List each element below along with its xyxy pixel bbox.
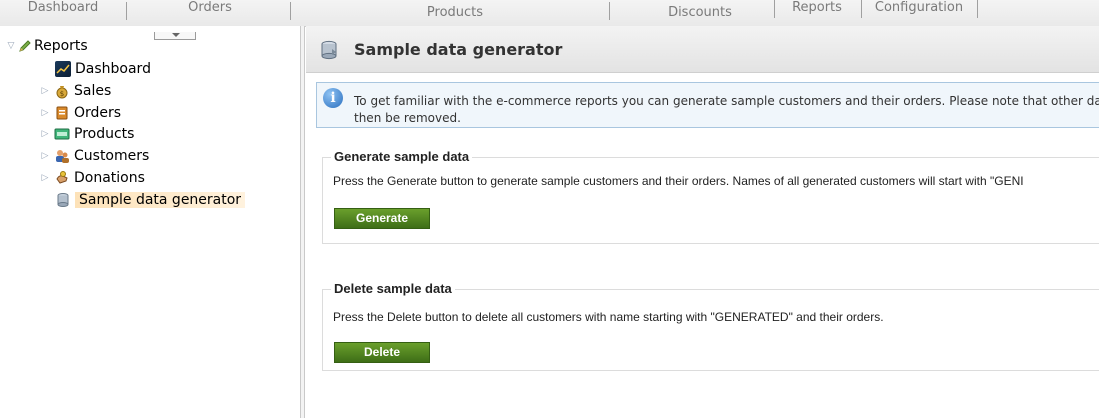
tree-item-label: Sales [74,83,112,99]
page-header: Sample data generator [306,26,1099,73]
page-title: Sample data generator [354,40,563,59]
section-legend: Generate sample data [331,149,473,164]
tree-item-label: Dashboard [75,61,151,77]
dashboard-icon [55,61,71,77]
tree-item-donations[interactable]: ▷ Donations [40,168,145,188]
tree-item-customers[interactable]: ▷ Customers [40,146,150,166]
pane-splitter[interactable] [300,26,305,418]
generate-button[interactable]: Generate [334,208,430,229]
expand-arrow-icon[interactable]: ▷ [40,151,50,161]
tab-separator [126,2,127,20]
svg-text:$: $ [60,90,64,98]
tree-item-label: Customers [74,148,150,164]
products-icon [54,126,70,142]
tab-separator [861,0,862,18]
chevron-down-icon [172,33,180,37]
customers-icon [54,148,70,164]
tree-item-label: Orders [74,105,122,121]
tab-separator [774,0,775,18]
orders-icon [54,105,70,121]
tree-item-label: Donations [74,170,145,186]
tree-item-orders[interactable]: ▷ Orders [40,103,122,123]
tab-products[interactable]: Products [380,5,530,26]
delete-button[interactable]: Delete [334,342,430,363]
section-description: Press the Generate button to generate sa… [333,174,1024,188]
collapse-arrow-icon[interactable]: ▽ [4,41,18,51]
tab-separator [977,0,978,18]
tree-item-products[interactable]: ▷ Products [40,124,135,144]
info-text: To get familiar with the e-commerce repo… [354,94,1099,125]
tree-item-label: Products [74,126,135,142]
tab-separator [609,2,610,20]
tree-item-sample-data-generator[interactable]: Sample data generator [55,190,246,210]
tree-item-label-selected: Sample data generator [75,192,246,208]
money-bag-icon: $ [54,83,70,99]
donations-icon [54,170,70,186]
collapse-handle[interactable] [154,32,196,40]
tab-separator [290,2,291,20]
pencil-icon [18,39,32,53]
tab-dashboard[interactable]: Dashboard [8,0,118,26]
tab-orders[interactable]: Orders [150,0,270,26]
delete-sample-data-section: Delete sample data Press the Delete butt… [322,281,1099,371]
expand-arrow-icon[interactable]: ▷ [40,86,50,96]
tab-configuration[interactable]: Configuration [869,0,969,26]
info-icon: i [323,88,343,108]
tab-reports[interactable]: Reports [782,0,852,26]
tree-root-label: Reports [34,38,88,54]
tree-root-reports[interactable]: ▽ Reports [4,36,88,56]
tree-item-dashboard[interactable]: Dashboard [55,59,151,79]
expand-arrow-icon[interactable]: ▷ [40,173,50,183]
main-content: Sample data generator i To get familiar … [306,26,1099,418]
tree-item-sales[interactable]: ▷ $ Sales [40,81,112,101]
tab-discounts[interactable]: Discounts [645,5,755,26]
expand-arrow-icon[interactable]: ▷ [40,129,50,139]
section-description: Press the Delete button to delete all cu… [333,310,884,324]
info-message: i To get familiar with the e-commerce re… [316,82,1099,128]
expand-arrow-icon[interactable]: ▷ [40,108,50,118]
generate-sample-data-section: Generate sample data Press the Generate … [322,149,1099,244]
database-icon [318,39,340,61]
top-navigation: Dashboard Orders Products Discounts Repo… [0,0,1099,27]
section-legend: Delete sample data [331,281,455,296]
database-icon [55,192,71,208]
